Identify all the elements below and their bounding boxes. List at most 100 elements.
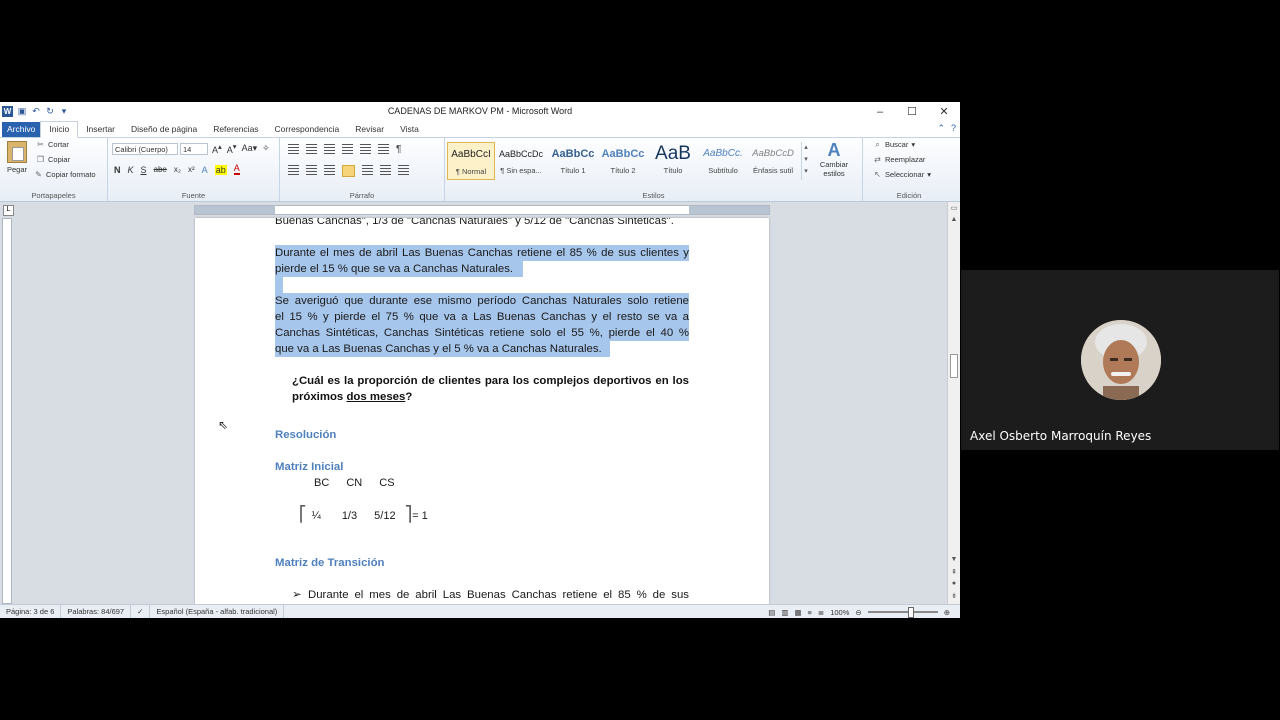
browse-object-icon[interactable]: ● (948, 580, 960, 590)
tab-revisar[interactable]: Revisar (347, 122, 392, 137)
shrink-font-icon[interactable]: A▾ (227, 142, 237, 155)
view-draft-icon[interactable]: ≣ (818, 608, 824, 617)
style-normal[interactable]: AaBbCcI ¶ Normal (447, 142, 495, 180)
text-effects-icon[interactable]: A (202, 165, 208, 175)
bold-button[interactable]: N (114, 165, 121, 175)
style-titulo[interactable]: AaB Título (649, 142, 697, 180)
tab-correspondencia[interactable]: Correspondencia (267, 122, 348, 137)
copy-button[interactable]: ❐ Copiar (36, 155, 70, 164)
clipboard-group-label: Portapapeles (31, 191, 76, 200)
grow-font-icon[interactable]: A▴ (212, 142, 222, 155)
tab-diseno-pagina[interactable]: Diseño de página (123, 122, 205, 137)
align-right-icon[interactable] (324, 165, 335, 175)
style-enfasis-sutil[interactable]: AaBbCcD Énfasis sutil (749, 142, 797, 180)
change-styles-button[interactable]: A Cambiar estilos (817, 140, 851, 178)
view-fullscreen-icon[interactable]: ▥ (781, 608, 788, 617)
prev-page-icon[interactable]: ⇞ (948, 568, 960, 578)
help-icon[interactable]: ? (951, 123, 956, 134)
vertical-scrollbar[interactable]: ▭ ▲ ▼ ⇞ ● ⇟ (947, 202, 960, 604)
underline-button[interactable]: S (141, 165, 147, 175)
tab-inicio[interactable]: Inicio (40, 121, 79, 138)
close-button[interactable]: ✕ (928, 102, 960, 121)
tab-archivo[interactable]: Archivo (2, 122, 41, 137)
find-button[interactable]: ⌕ Buscar ▾ (873, 140, 915, 149)
zoom-level[interactable]: 100% (830, 608, 849, 617)
font-grow-shrink: A▴ A▾ Aa▾ ✧ (212, 142, 270, 155)
status-bar: Página: 3 de 6 Palabras: 84/697 ✓ Españo… (0, 604, 960, 618)
style-sin-espaciado[interactable]: AaBbCcDc ¶ Sin espa... (497, 142, 545, 180)
status-page[interactable]: Página: 3 de 6 (0, 605, 62, 618)
scroll-down-icon[interactable]: ▼ (948, 556, 960, 566)
document-area: L Buenas Canchas", 1/3 de "Canchas Natur… (0, 202, 960, 604)
pilcrow-icon[interactable]: ¶ (396, 144, 401, 155)
bullets-icon[interactable] (288, 144, 299, 154)
shading-icon[interactable] (380, 165, 391, 175)
font-color-icon[interactable]: A (233, 164, 240, 175)
cut-button[interactable]: ✂ Cortar (36, 140, 69, 149)
style-titulo-2[interactable]: AaBbCc Título 2 (599, 142, 647, 180)
align-left-icon[interactable] (288, 165, 299, 175)
zoom-controls: ▤ ▥ ▦ ≡ ≣ 100% ⊖ ⊕ (768, 605, 950, 618)
next-page-icon[interactable]: ⇟ (948, 592, 960, 602)
multilevel-list-icon[interactable] (324, 144, 335, 154)
strikethrough-button[interactable]: abe (154, 165, 167, 174)
tab-selector-button[interactable]: L (3, 205, 14, 216)
tab-vista[interactable]: Vista (392, 122, 427, 137)
view-print-layout-icon[interactable]: ▤ (768, 608, 775, 617)
increase-indent-icon[interactable] (360, 144, 371, 154)
document-page[interactable]: Buenas Canchas", 1/3 de "Canchas Natural… (195, 218, 769, 604)
align-center-icon[interactable] (306, 165, 317, 175)
font-name-select[interactable]: Calibri (Cuerpo) (112, 143, 178, 155)
clear-format-icon[interactable]: ✧ (262, 143, 270, 154)
view-outline-icon[interactable]: ≡ (808, 608, 812, 617)
paste-button[interactable]: Pegar (6, 141, 28, 174)
sort-icon[interactable] (378, 144, 389, 154)
style-name: ¶ Normal (455, 167, 487, 176)
ruler-toggle-icon[interactable]: ▭ (948, 204, 960, 214)
minimize-ribbon-icon[interactable]: ⌃ (937, 123, 945, 134)
view-web-icon[interactable]: ▦ (794, 608, 801, 617)
vertical-ruler[interactable] (2, 218, 12, 604)
doc-p2-line1: Se averiguó que durante ese mismo períod… (275, 293, 689, 309)
borders-icon[interactable] (398, 165, 409, 175)
select-button[interactable]: ↖ Seleccionar ▾ (873, 170, 931, 179)
zoom-slider[interactable] (867, 607, 938, 618)
maximize-button[interactable]: ☐ (896, 102, 928, 121)
font-size-select[interactable]: 14 (180, 143, 208, 155)
tab-insertar[interactable]: Insertar (78, 122, 123, 137)
horizontal-ruler[interactable] (194, 205, 770, 215)
status-words[interactable]: Palabras: 84/697 (61, 605, 132, 618)
superscript-button[interactable]: x² (188, 165, 195, 174)
word-logo-icon[interactable]: W (2, 106, 13, 117)
tab-referencias[interactable]: Referencias (205, 122, 266, 137)
zoom-out-icon[interactable]: ⊖ (855, 608, 861, 617)
proofing-icon[interactable]: ✓ (131, 605, 151, 618)
paste-label: Pegar (6, 165, 27, 174)
participant-tile[interactable]: Axel Osberto Marroquín Reyes (961, 270, 1279, 450)
ribbon-help-area: ⌃ ? (937, 123, 956, 134)
save-icon[interactable]: ▣ (17, 106, 27, 117)
italic-button[interactable]: K (128, 165, 134, 175)
ribbon-tabs: Archivo Inicio Insertar Diseño de página… (0, 121, 960, 138)
subscript-button[interactable]: x₂ (174, 165, 181, 174)
zoom-in-icon[interactable]: ⊕ (944, 608, 950, 617)
scroll-up-icon[interactable]: ▲ (948, 216, 960, 226)
question-text: próximos (292, 391, 347, 403)
change-case-icon[interactable]: Aa▾ (242, 143, 258, 154)
styles-scroll[interactable]: ▴ ▾ ▾ (801, 142, 810, 180)
justify-icon[interactable] (342, 165, 355, 177)
minimize-button[interactable]: – (864, 102, 896, 121)
style-subtitulo[interactable]: AaBbCc. Subtítulo (699, 142, 747, 180)
line-spacing-icon[interactable] (362, 165, 373, 175)
format-painter-button[interactable]: ✎ Copiar formato (34, 170, 95, 179)
redo-icon[interactable]: ↻ (45, 106, 55, 117)
highlight-icon[interactable]: ab (214, 164, 227, 175)
customize-qat-icon[interactable]: ▾ (59, 106, 69, 117)
style-titulo-1[interactable]: AaBbCc Título 1 (549, 142, 597, 180)
undo-icon[interactable]: ↶ (31, 106, 41, 117)
status-language[interactable]: Español (España - alfab. tradicional) (150, 605, 285, 618)
replace-button[interactable]: ⇄ Reemplazar (873, 155, 925, 164)
numbering-icon[interactable] (306, 144, 317, 154)
decrease-indent-icon[interactable] (342, 144, 353, 154)
scroll-thumb[interactable] (950, 354, 958, 378)
